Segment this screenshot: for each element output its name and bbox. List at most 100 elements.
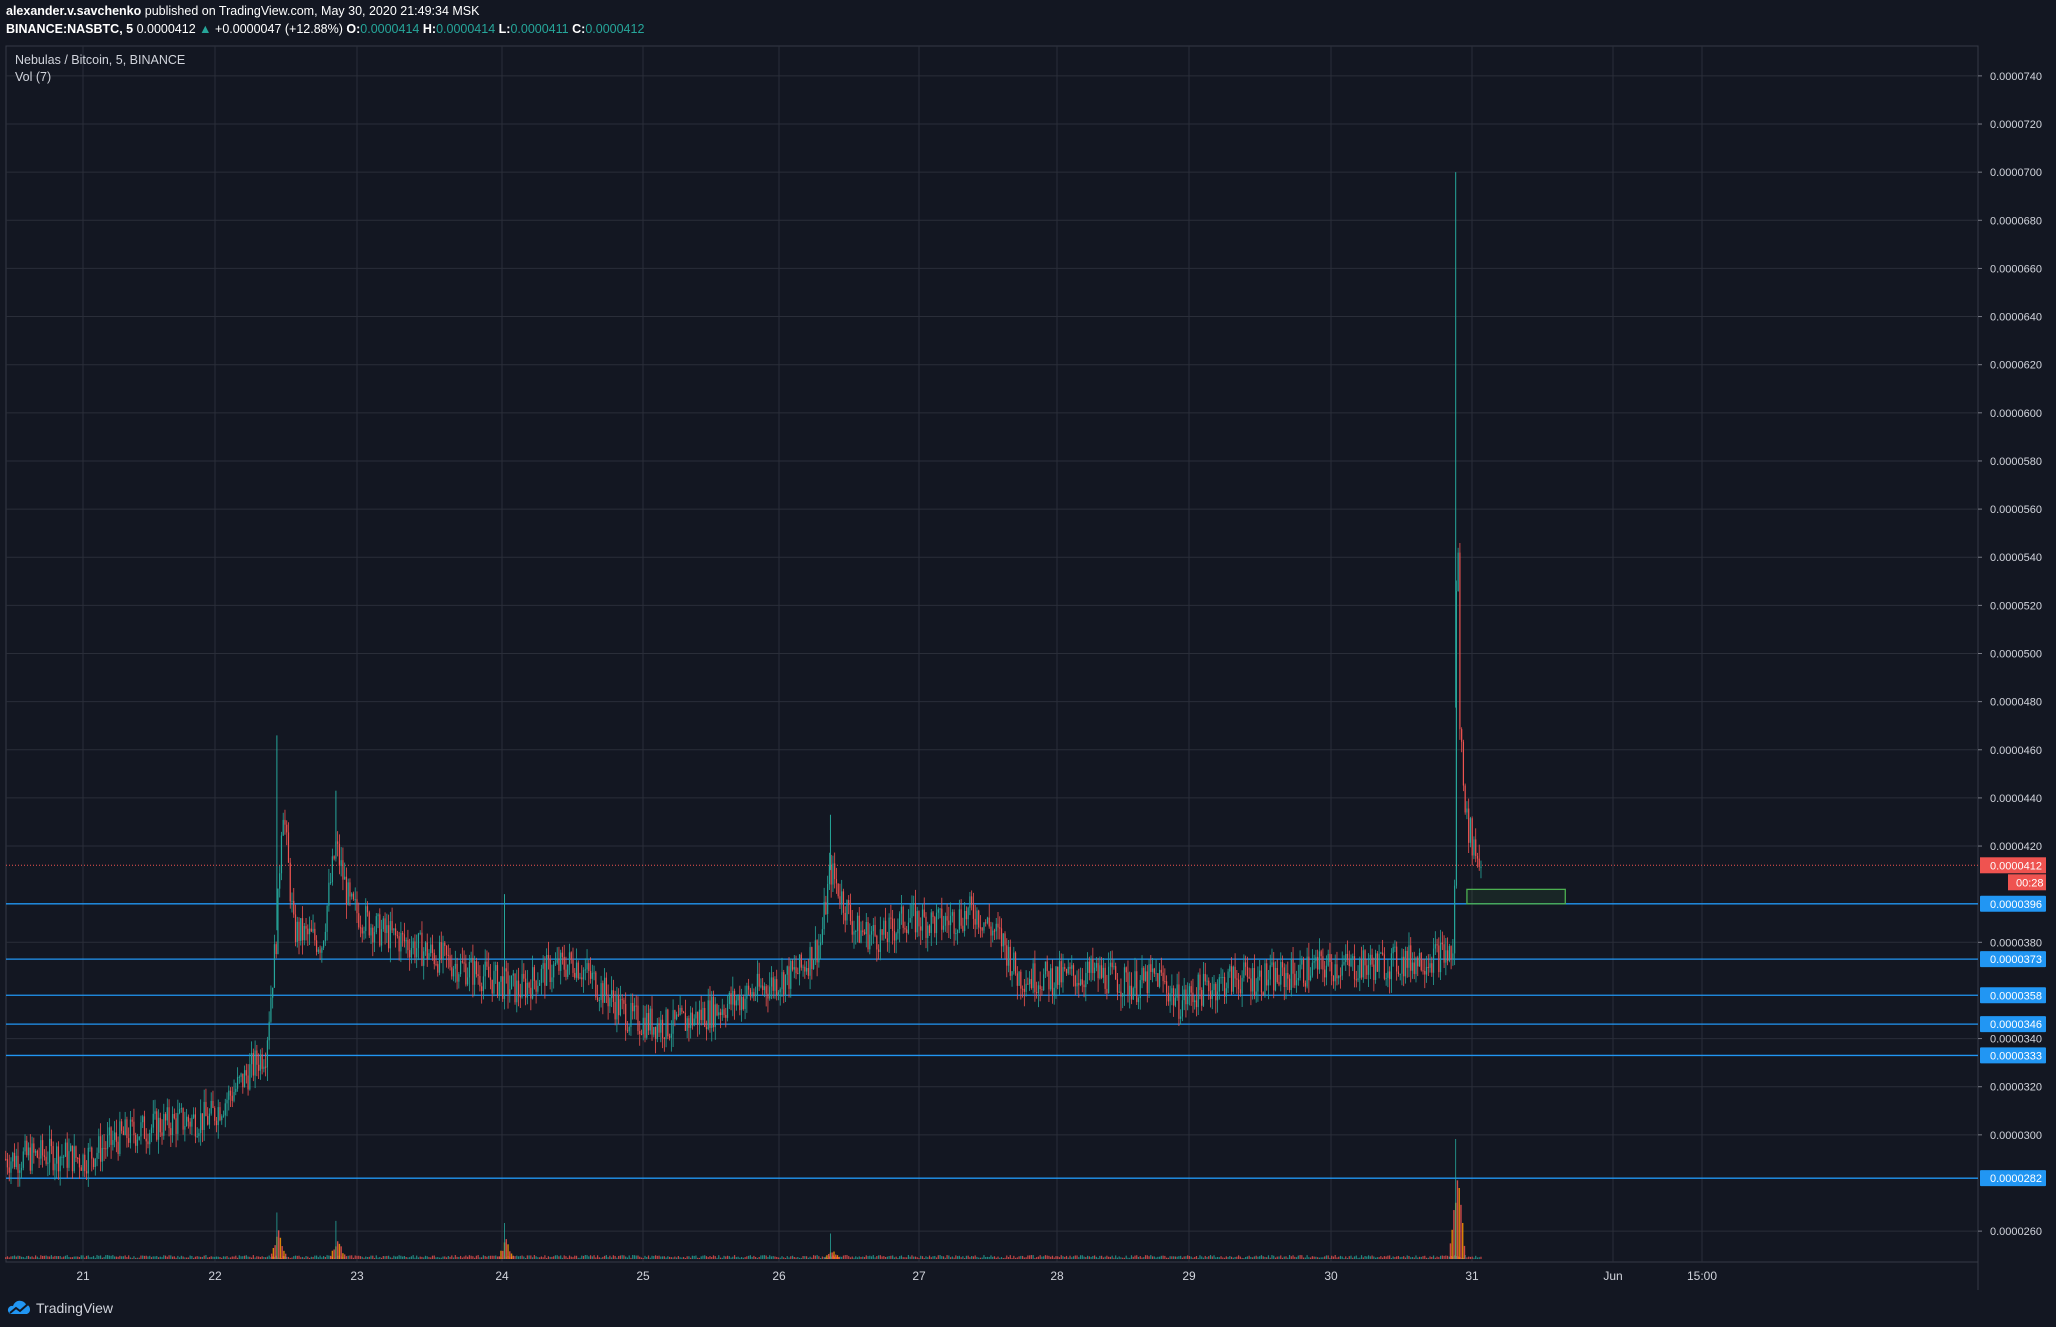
volume-bar — [294, 1255, 297, 1259]
volume-bar — [409, 1257, 411, 1259]
candle-body — [644, 1017, 646, 1038]
candle-body — [870, 931, 873, 935]
volume-bar — [1394, 1257, 1396, 1259]
candle-body — [1108, 966, 1110, 994]
candle-body — [1318, 951, 1320, 970]
volume-bar — [49, 1256, 51, 1259]
author-name[interactable]: alexander.v.savchenko — [6, 4, 141, 18]
candle-body — [440, 942, 442, 960]
candle-body — [205, 1101, 207, 1117]
volume-bar — [13, 1255, 16, 1259]
volume-bar — [61, 1257, 63, 1259]
candle-body — [136, 1139, 139, 1146]
volume-bar — [1278, 1256, 1280, 1259]
candle-body — [665, 1009, 667, 1040]
candle-body — [1078, 982, 1080, 986]
candle-body — [560, 952, 562, 971]
volume-bar — [319, 1255, 321, 1259]
volume-bar — [238, 1255, 240, 1259]
volume-bar — [1173, 1256, 1175, 1259]
candle-body — [1048, 971, 1050, 990]
candle-body — [1000, 928, 1003, 947]
candle-body — [1280, 961, 1282, 985]
volume-bar — [902, 1257, 904, 1259]
candle-body — [82, 1154, 84, 1171]
volume-bar — [546, 1257, 548, 1259]
volume-bar — [556, 1255, 558, 1259]
candle-body — [928, 925, 931, 933]
volume-bar — [683, 1256, 685, 1259]
candle-body — [1134, 971, 1136, 989]
volume-bar — [589, 1255, 592, 1259]
candle-body — [1007, 946, 1010, 966]
candle-body — [319, 949, 321, 953]
level-label: 0.0000282 — [1990, 1173, 2042, 1185]
candle-body — [1144, 971, 1147, 981]
candle-body — [20, 1167, 23, 1171]
volume-bar — [1327, 1255, 1329, 1259]
volume-bar — [442, 1256, 444, 1259]
candle-body — [1343, 962, 1345, 965]
volume-bar — [1369, 1256, 1371, 1259]
volume-bar — [1190, 1256, 1192, 1259]
candle-body — [668, 1036, 671, 1038]
volume-bar — [560, 1255, 562, 1259]
volume-bar — [263, 1257, 265, 1259]
volume-bar — [549, 1256, 551, 1259]
volume-bar — [417, 1257, 420, 1259]
candle-body — [1188, 986, 1191, 997]
volume-bar — [1081, 1255, 1083, 1259]
candle-body — [630, 1002, 632, 1027]
y-tick-label: 0.0000620 — [1990, 360, 2042, 372]
y-tick-label: 0.0000500 — [1990, 649, 2042, 661]
volume-bar — [99, 1255, 102, 1259]
candle-body — [872, 925, 874, 932]
candle-body — [558, 958, 560, 971]
candle-body — [1292, 959, 1294, 974]
candle-body — [215, 1120, 218, 1126]
volume-bar — [1290, 1256, 1292, 1259]
candle-body — [1092, 958, 1094, 974]
volume-bar — [1276, 1256, 1278, 1259]
tradingview-logo[interactable]: TradingView — [6, 1300, 113, 1316]
volume-bar — [906, 1257, 908, 1259]
candle-body — [226, 1099, 228, 1104]
volume-bar — [1009, 1255, 1011, 1259]
volume-bar — [178, 1257, 181, 1259]
candle-body — [1266, 963, 1268, 986]
volume-bar — [770, 1256, 773, 1259]
volume-spike-bar — [283, 1250, 285, 1259]
volume-bar — [449, 1256, 451, 1259]
candle-body — [811, 947, 813, 970]
candle-body — [828, 865, 831, 885]
candle-body — [1060, 961, 1062, 983]
candle-body — [461, 961, 463, 963]
candle-body — [317, 949, 319, 952]
candle-body — [628, 1026, 630, 1032]
candle-body — [380, 929, 383, 946]
candle-body — [663, 1037, 665, 1040]
volume-bar — [1429, 1256, 1431, 1259]
volume-bar — [115, 1256, 117, 1259]
volume-bar — [856, 1257, 859, 1259]
volume-bar — [56, 1256, 58, 1259]
volume-spike-bar — [342, 1253, 344, 1259]
volume-spike-bar — [1463, 1245, 1466, 1259]
candle-body — [795, 967, 797, 974]
volume-bar — [186, 1257, 188, 1259]
candle-body — [702, 1007, 704, 1021]
candle-body — [1301, 959, 1303, 965]
volume-bar — [913, 1256, 915, 1259]
candle-body — [1051, 968, 1054, 996]
volume-bar — [1185, 1256, 1187, 1259]
close-value: 0.0000412 — [585, 22, 645, 36]
candle-body — [753, 992, 755, 997]
volume-bar — [54, 1255, 56, 1259]
last-price: 0.0000412 — [136, 22, 196, 36]
price-chart[interactable]: 0.00007400.00007200.00007000.00006800.00… — [0, 0, 2056, 1327]
candle-body — [61, 1156, 63, 1158]
candle-body — [47, 1162, 49, 1164]
candle-body — [431, 944, 434, 953]
candle-body — [84, 1154, 86, 1172]
volume-bar — [1108, 1256, 1110, 1259]
